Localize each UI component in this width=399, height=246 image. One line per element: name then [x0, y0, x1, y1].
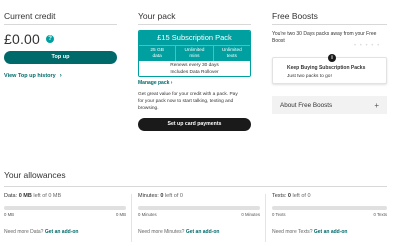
free-boosts-section: Free Boosts You're two 30 Days packs awa… [272, 0, 387, 114]
pack-stat-unit: data [152, 53, 162, 59]
allowance-left-text: left of 0 [164, 193, 183, 199]
get-addon-link[interactable]: Get an add-on [314, 229, 348, 235]
allowance-heading: Data: 0 MB left of 0 MB [4, 193, 126, 199]
bar-max-label: 0 Texts [373, 212, 387, 217]
allowance-bar-labels: 0 MB 0 MB [4, 212, 126, 217]
need-more-text: Need more Minutes? [138, 229, 185, 235]
current-credit-title: Current credit [4, 11, 56, 21]
allowance-bar-labels: 0 Texts 0 Texts [272, 212, 387, 217]
need-more-text: Need more Texts? [272, 229, 313, 235]
boost-info-card: i Keep Buying Subscription Packs Just tw… [272, 54, 387, 84]
pack-stat-data: 25 GB data [139, 46, 175, 61]
pack-stat-texts: Unlimited texts [212, 46, 250, 61]
divider [272, 24, 387, 25]
allowance-data: Data: 0 MB left of 0 MB 0 MB 0 MB Need m… [4, 188, 126, 235]
help-icon[interactable]: ? [46, 35, 55, 43]
allowance-texts: Texts: 0 left of 0 0 Texts 0 Texts Need … [272, 188, 394, 235]
pack-stats: 25 GB data Unlimited mins Unlimited text… [139, 45, 250, 61]
column-divider [265, 194, 266, 242]
allowance-more-row: Need more Data? Get an add-on [4, 229, 126, 235]
current-credit-section: Current credit £0.00 ? Top up View Top u… [4, 0, 117, 79]
pack-stat-unit: mins [189, 53, 200, 59]
get-addon-link[interactable]: Get an add-on [45, 229, 79, 235]
allowance-progress-bar [4, 206, 126, 210]
column-divider [131, 194, 132, 242]
allowances-title: Your allowances [4, 170, 66, 180]
pack-description: Get great value for your credit with a p… [138, 92, 238, 111]
free-boosts-title: Free Boosts [272, 11, 318, 21]
manage-pack-label: Manage pack [138, 80, 170, 86]
allowance-more-row: Need more Texts? Get an add-on [272, 229, 394, 235]
allowance-value: 0 MB [18, 193, 32, 199]
your-pack-section: Your pack £15 Subscription Pack 25 GB da… [138, 0, 251, 132]
pack-stat-mins: Unlimited mins [175, 46, 212, 61]
divider [138, 24, 251, 25]
pack-renewal: Renews every 30 days [139, 61, 250, 69]
pack-stat-unit: texts [226, 53, 237, 59]
allowance-progress-bar [138, 206, 260, 210]
bar-max-label: 0 Minutes [241, 212, 260, 217]
top-up-button[interactable]: Top up [4, 51, 117, 64]
chevron-right-icon: › [170, 80, 173, 86]
bar-min-label: 0 Minutes [138, 212, 157, 217]
allowance-label: Minutes: [138, 193, 159, 199]
allowance-label: Data: [4, 193, 18, 199]
allowance-left-text: left of 0 [292, 193, 311, 199]
allowance-label: Texts: [272, 193, 287, 199]
about-free-boosts-label: About Free Boosts [280, 101, 333, 109]
divider [4, 186, 387, 187]
progress-dots: • • • • • [354, 43, 381, 49]
need-more-text: Need more Data? [4, 229, 44, 235]
credit-amount: £0.00 [4, 31, 41, 47]
allowance-heading: Texts: 0 left of 0 [272, 193, 394, 199]
pack-rollover: Includes Data Rollover [139, 69, 250, 76]
allowance-left-text: left of 0 MB [33, 193, 62, 199]
manage-pack-link[interactable]: Manage pack › [138, 80, 251, 86]
allowance-bar-labels: 0 Minutes 0 Minutes [138, 212, 260, 217]
divider [4, 24, 117, 25]
pack-name: £15 Subscription Pack [139, 31, 250, 45]
allowance-value: 0 [287, 193, 291, 199]
allowance-minutes: Minutes: 0 left of 0 0 Minutes 0 Minutes… [138, 188, 260, 235]
your-pack-title: Your pack [138, 11, 176, 21]
topup-history-label: View Top up history [4, 73, 56, 79]
topup-history-link[interactable]: View Top up history › [4, 73, 117, 79]
chevron-right-icon: › [59, 73, 62, 79]
get-addon-link[interactable]: Get an add-on [186, 229, 220, 235]
allowance-progress-bar [272, 206, 387, 210]
boost-card-subtitle: Just two packs to go! [287, 74, 332, 79]
allowance-value: 0 [160, 193, 164, 199]
about-free-boosts-toggle[interactable]: About Free Boosts + [272, 96, 387, 114]
setup-card-payments-button[interactable]: Set up card payments [138, 118, 251, 132]
bar-max-label: 0 MB [115, 212, 126, 217]
allowance-heading: Minutes: 0 left of 0 [138, 193, 260, 199]
credit-balance-row: £0.00 ? [4, 31, 117, 47]
allowance-more-row: Need more Minutes? Get an add-on [138, 229, 260, 235]
bar-min-label: 0 Texts [272, 212, 286, 217]
boost-card-title: Keep Buying Subscription Packs [287, 65, 366, 71]
bar-min-label: 0 MB [4, 212, 15, 217]
info-icon: i [328, 54, 336, 62]
plus-icon: + [374, 100, 379, 110]
pack-card: £15 Subscription Pack 25 GB data Unlimit… [138, 30, 251, 77]
